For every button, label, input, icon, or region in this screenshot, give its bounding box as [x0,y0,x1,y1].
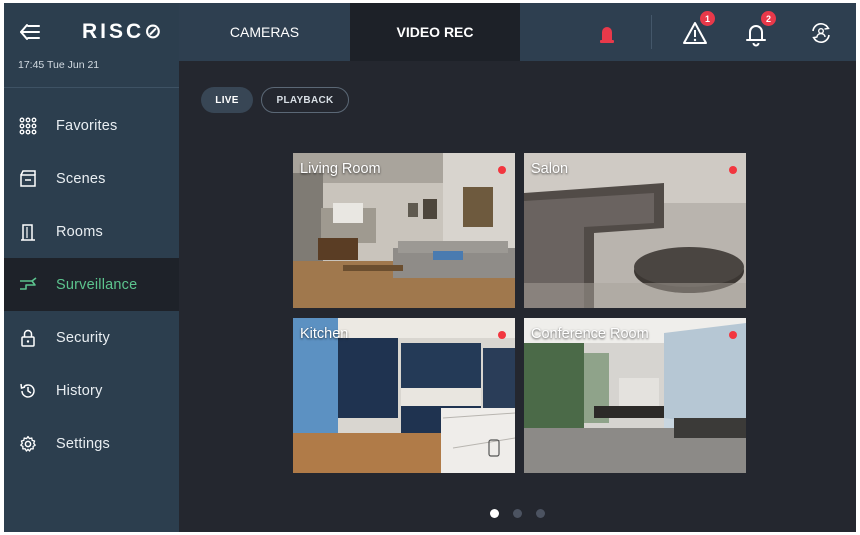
risco-logo: RISC⊘ [82,20,165,43]
camera-tile-conference-room[interactable]: Conference Room [524,318,746,473]
page-dot-3[interactable] [536,509,545,518]
tab-video-rec[interactable]: VIDEO REC [350,3,520,61]
history-icon [18,381,38,401]
sidebar-item-favorites[interactable]: Favorites [4,99,179,152]
playback-button[interactable]: PLAYBACK [261,87,349,113]
sidebar-item-rooms[interactable]: Rooms [4,205,179,258]
live-button[interactable]: LIVE [201,87,253,113]
lock-icon [18,328,38,348]
sidebar-item-label: Scenes [56,170,106,187]
divider [4,87,179,88]
door-icon [18,222,38,242]
sidebar-item-scenes[interactable]: Scenes [4,152,179,205]
sidebar: RISC⊘ 17:45 Tue Jun 21 Favorites Scenes … [4,3,179,532]
date-time: 17:45 Tue Jun 21 [18,59,100,71]
divider [651,15,652,49]
recording-indicator [729,166,737,174]
camera-name: Living Room [300,161,381,177]
page-dot-2[interactable] [513,509,522,518]
gear-icon [18,434,38,454]
sidebar-nav: Favorites Scenes Rooms Surveillance Secu… [4,99,179,470]
sidebar-item-label: Settings [56,435,110,452]
recording-indicator [498,166,506,174]
notification-bell-icon[interactable]: 2 [742,11,776,47]
sidebar-item-settings[interactable]: Settings [4,417,179,470]
camera-tile-kitchen[interactable]: Kitchen [293,318,515,473]
grid-icon [18,116,38,136]
camera-tile-living-room[interactable]: Living Room [293,153,515,308]
alert-badge: 1 [700,11,715,26]
sidebar-item-label: Rooms [56,223,103,240]
camera-name: Kitchen [300,326,349,342]
tab-cameras[interactable]: CAMERAS [179,3,350,61]
siren-icon[interactable] [593,19,621,47]
page-dot-1[interactable] [490,509,499,518]
sidebar-item-label: Security [56,329,110,346]
top-bar: CAMERAS VIDEO REC 1 2 [179,3,856,61]
back-arrow-icon[interactable] [18,22,42,42]
sidebar-item-label: Favorites [56,117,118,134]
sidebar-item-label: Surveillance [56,276,138,293]
camera-tile-salon[interactable]: Salon [524,153,746,308]
camera-name: Conference Room [531,326,649,342]
alert-icon[interactable]: 1 [681,11,715,47]
camera-icon [18,275,38,295]
recording-indicator [729,331,737,339]
sidebar-item-history[interactable]: History [4,364,179,417]
brand-header: RISC⊘ 17:45 Tue Jun 21 [4,3,179,88]
recording-indicator [498,331,506,339]
scenes-icon [18,169,38,189]
app-frame: RISC⊘ 17:45 Tue Jun 21 Favorites Scenes … [4,3,856,532]
sidebar-item-surveillance[interactable]: Surveillance [4,258,179,311]
user-sync-icon[interactable] [807,19,835,47]
page-indicator [490,509,545,518]
sidebar-item-label: History [56,382,103,399]
camera-name: Salon [531,161,569,177]
sidebar-item-security[interactable]: Security [4,311,179,364]
notification-badge: 2 [761,11,776,26]
